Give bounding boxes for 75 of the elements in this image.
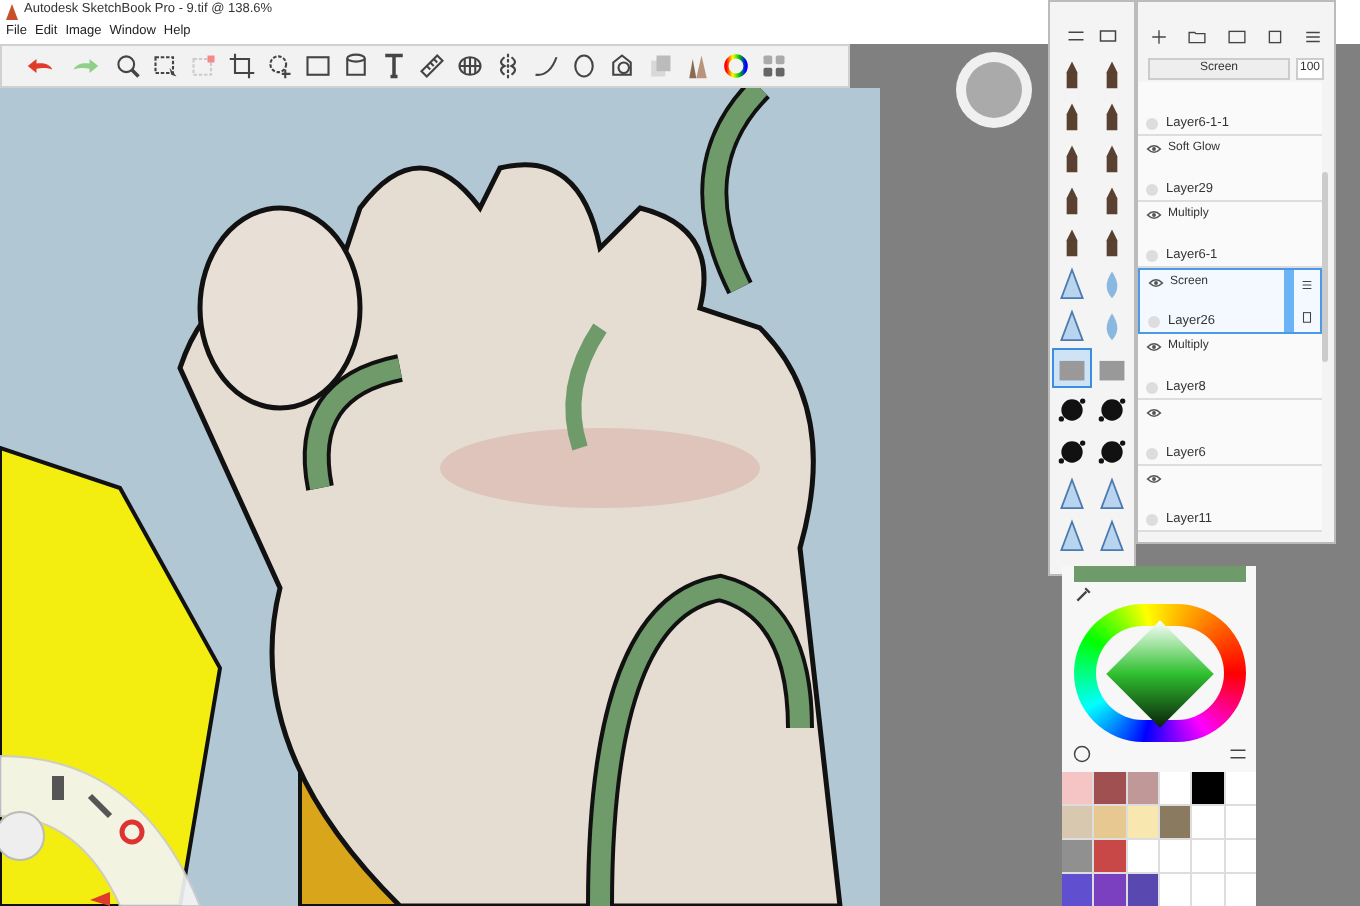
cylinder-icon[interactable]	[342, 52, 370, 80]
brush-icon	[1096, 518, 1128, 554]
color-swatch[interactable]	[1094, 840, 1126, 872]
color-swatch[interactable]	[1192, 806, 1224, 838]
eye-icon[interactable]	[1146, 407, 1162, 417]
crop-icon[interactable]	[228, 52, 256, 80]
layer-toggle-icon[interactable]	[1146, 513, 1158, 526]
ruler-icon[interactable]	[418, 52, 446, 80]
color-swatch[interactable]	[1225, 806, 1256, 838]
color-swatch[interactable]	[1159, 840, 1191, 872]
color-swatch[interactable]	[1225, 840, 1256, 872]
color-swatch[interactable]	[1159, 772, 1191, 804]
color-swatch[interactable]	[1159, 874, 1191, 906]
eye-icon[interactable]	[1146, 209, 1162, 219]
grid-sphere-icon[interactable]	[456, 52, 484, 80]
color-square[interactable]	[1105, 619, 1213, 727]
scrollbar[interactable]	[1322, 172, 1328, 362]
menu-icon[interactable]	[1300, 278, 1314, 293]
trash-icon[interactable]	[1300, 309, 1314, 324]
color-swatch[interactable]	[1225, 772, 1256, 804]
menu-icon[interactable]	[1304, 27, 1322, 45]
brush-icon	[1056, 434, 1088, 470]
brushes-icon[interactable]	[684, 52, 712, 80]
color-swatch[interactable]	[1062, 806, 1093, 838]
brush-icon	[1056, 266, 1088, 302]
color-swatch[interactable]	[1159, 806, 1191, 838]
color-swatch[interactable]	[1127, 806, 1158, 838]
color-swatch[interactable]	[1192, 840, 1224, 872]
eye-icon[interactable]	[1148, 277, 1164, 287]
layer-toggle-icon[interactable]	[1146, 117, 1158, 130]
color-swatch[interactable]	[1094, 772, 1126, 804]
layer-toggle-icon[interactable]	[1146, 183, 1158, 196]
zoom-icon[interactable]	[114, 52, 142, 80]
color-swatch[interactable]	[1192, 874, 1224, 906]
transform-icon[interactable]	[304, 52, 332, 80]
palette-icon[interactable]	[760, 52, 788, 80]
select-icon[interactable]	[152, 52, 180, 80]
folder-icon[interactable]	[1188, 27, 1207, 45]
color-swatch[interactable]	[1094, 806, 1126, 838]
layer-toggle-icon[interactable]	[1146, 249, 1158, 262]
curve-icon[interactable]	[532, 52, 560, 80]
color-swatch[interactable]	[1062, 874, 1093, 906]
symmetry-icon[interactable]	[494, 52, 522, 80]
color-swatch[interactable]	[1127, 840, 1158, 872]
color-swatch[interactable]	[1127, 874, 1158, 906]
color-swatch[interactable]	[1062, 840, 1093, 872]
eye-icon[interactable]	[1146, 473, 1162, 483]
layer-toggle-icon[interactable]	[1146, 447, 1158, 460]
text-tool-icon[interactable]	[380, 52, 408, 80]
brush-tile[interactable]	[1052, 348, 1092, 388]
add-icon[interactable]	[1150, 27, 1168, 45]
eyedropper-icon[interactable]	[1074, 586, 1092, 605]
brush-icon	[1096, 434, 1128, 470]
eye-icon[interactable]	[1146, 143, 1162, 153]
color-wheel-icon[interactable]	[722, 52, 750, 80]
color-swatch[interactable]	[1127, 772, 1158, 804]
eye-icon[interactable]	[1146, 341, 1162, 351]
brush-icon	[1096, 392, 1128, 428]
brush-icon	[1056, 392, 1088, 428]
layer-toggle-icon[interactable]	[1146, 381, 1158, 394]
brush-icon	[1096, 476, 1128, 512]
brush-size-puck[interactable]	[956, 52, 1032, 128]
app-logo-icon	[6, 3, 18, 19]
color-swatch[interactable]	[1225, 874, 1256, 906]
lasso-icon[interactable]	[266, 52, 294, 80]
brush-icon	[1056, 476, 1088, 512]
layer-handle[interactable]	[1284, 270, 1294, 332]
ellipse-icon[interactable]	[570, 52, 598, 80]
color-swatch[interactable]	[1062, 772, 1093, 804]
brush-icon	[1056, 518, 1088, 554]
layer-toggle-icon[interactable]	[1148, 315, 1160, 328]
brush-icon	[1056, 308, 1088, 344]
shapes-icon[interactable]	[608, 52, 636, 80]
color-swatch[interactable]	[1094, 874, 1126, 906]
color-swatch[interactable]	[1192, 772, 1224, 804]
